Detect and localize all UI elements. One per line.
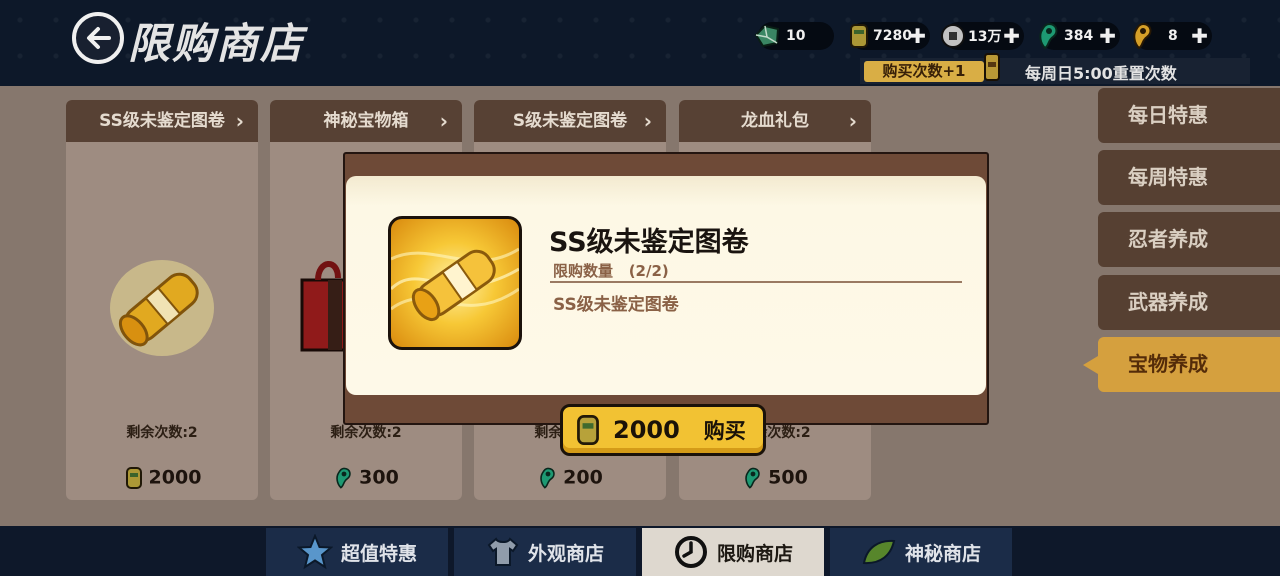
ss-scroll-icon xyxy=(391,247,519,322)
item-preview xyxy=(388,216,522,350)
ninja-coin-icon xyxy=(577,415,599,445)
item-name: SS级未鉴定图卷 xyxy=(549,227,749,258)
buy-button[interactable]: 2000 购买 xyxy=(560,404,766,456)
buy-price: 2000 xyxy=(613,416,680,444)
divider xyxy=(550,281,962,283)
buy-label: 购买 xyxy=(703,419,746,443)
item-description: SS级未鉴定图卷 xyxy=(553,295,679,315)
purchase-limit: 限购数量 (2/2) xyxy=(553,262,669,280)
